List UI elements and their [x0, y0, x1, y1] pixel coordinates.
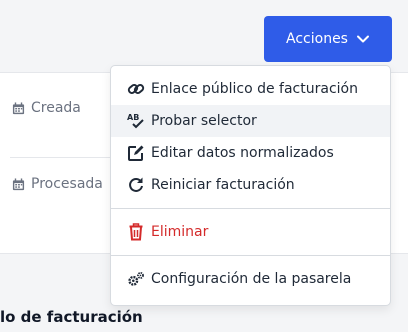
- menu-separator: [111, 255, 390, 256]
- menu-item-label: Enlace público de facturación: [151, 81, 358, 97]
- calendar-icon: [12, 101, 25, 114]
- menu-item-test-selector[interactable]: AB Probar selector: [111, 105, 390, 137]
- menu-item-label: Reiniciar facturación: [151, 177, 295, 193]
- menu-item-delete[interactable]: Eliminar: [111, 216, 390, 248]
- field-divider: [10, 157, 120, 158]
- menu-item-reset-billing[interactable]: Reiniciar facturación: [111, 169, 390, 201]
- menu-item-label: Probar selector: [151, 113, 257, 129]
- cogs-icon: [127, 270, 145, 288]
- section-title: lo de facturación: [0, 308, 143, 326]
- spellcheck-icon: AB: [127, 112, 145, 130]
- actions-button-label: Acciones: [286, 31, 348, 47]
- chevron-down-icon: [356, 35, 369, 43]
- trash-icon: [127, 223, 145, 241]
- menu-item-label: Eliminar: [151, 224, 209, 240]
- menu-item-edit-normalized[interactable]: Editar datos normalizados: [111, 137, 390, 169]
- redo-icon: [127, 176, 145, 194]
- menu-item-public-link[interactable]: Enlace público de facturación: [111, 73, 390, 105]
- created-field: Creada: [12, 100, 81, 116]
- menu-item-label: Editar datos normalizados: [151, 145, 334, 161]
- calendar-icon: [12, 177, 25, 190]
- edit-icon: [127, 144, 145, 162]
- link-icon: [127, 80, 145, 98]
- processed-label: Procesada: [31, 176, 103, 192]
- processed-field: Procesada: [12, 176, 103, 192]
- menu-item-gateway-config[interactable]: Configuración de la pasarela: [111, 263, 390, 295]
- created-label: Creada: [31, 100, 81, 116]
- actions-dropdown-menu: Enlace público de facturación AB Probar …: [110, 65, 391, 306]
- menu-separator: [111, 208, 390, 209]
- menu-item-label: Configuración de la pasarela: [151, 271, 352, 287]
- svg-text:AB: AB: [127, 113, 139, 122]
- actions-dropdown-button[interactable]: Acciones: [264, 16, 392, 62]
